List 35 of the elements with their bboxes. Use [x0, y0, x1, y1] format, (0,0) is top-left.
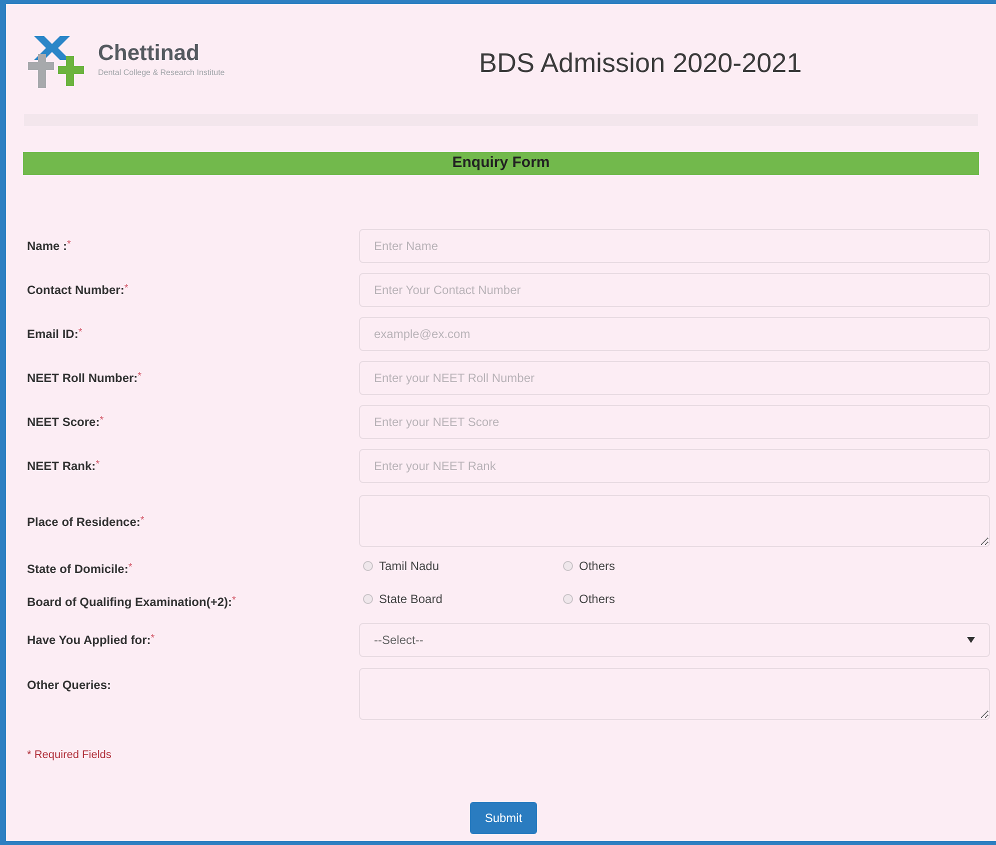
logo-subtitle: Dental College & Research Institute	[98, 66, 225, 78]
field-label: NEET Score:*	[27, 414, 105, 431]
radio-button[interactable]	[563, 594, 573, 604]
text-area[interactable]	[359, 495, 990, 547]
page-title: BDS Admission 2020-2021	[479, 46, 802, 80]
field-label: Board of Qualifing Examination(+2):*	[27, 594, 237, 611]
radio-label[interactable]: Others	[579, 557, 616, 575]
logo-name: Chettinad	[98, 42, 200, 64]
radio-button[interactable]	[363, 561, 373, 571]
input-field[interactable]: Enter your NEET Roll Number	[359, 361, 990, 395]
radio-label[interactable]: Others	[579, 590, 616, 608]
radio-label[interactable]: Tamil Nadu	[379, 557, 440, 575]
field-label: NEET Roll Number:*	[27, 370, 143, 387]
submit-button[interactable]: Submit	[470, 802, 537, 834]
field-label: State of Domicile:*	[27, 561, 134, 578]
field-label: Have You Applied for:*	[27, 632, 156, 649]
field-label: NEET Rank:*	[27, 458, 101, 475]
field-label: Email ID:*	[27, 326, 84, 343]
input-field[interactable]: example@ex.com	[359, 317, 990, 351]
input-field[interactable]: Enter your NEET Score	[359, 405, 990, 439]
radio-label[interactable]: State Board	[379, 590, 442, 608]
form-heading: Enquiry Form	[452, 153, 550, 174]
radio-button[interactable]	[563, 561, 573, 571]
caret-icon	[967, 637, 975, 643]
select-dropdown[interactable]: --Select--	[359, 623, 990, 657]
radio-button[interactable]	[363, 594, 373, 604]
text-area[interactable]	[359, 668, 990, 720]
input-field[interactable]: Enter Name	[359, 229, 990, 263]
required-note: * Required Fields	[27, 749, 112, 761]
input-field[interactable]: Enter your NEET Rank	[359, 449, 990, 483]
field-label: Name :*	[27, 238, 72, 255]
input-field[interactable]: Enter Your Contact Number	[359, 273, 990, 307]
field-label: Other Queries:	[27, 677, 112, 694]
field-label: Contact Number:*	[27, 282, 130, 299]
field-label: Place of Residence:*	[27, 514, 146, 531]
